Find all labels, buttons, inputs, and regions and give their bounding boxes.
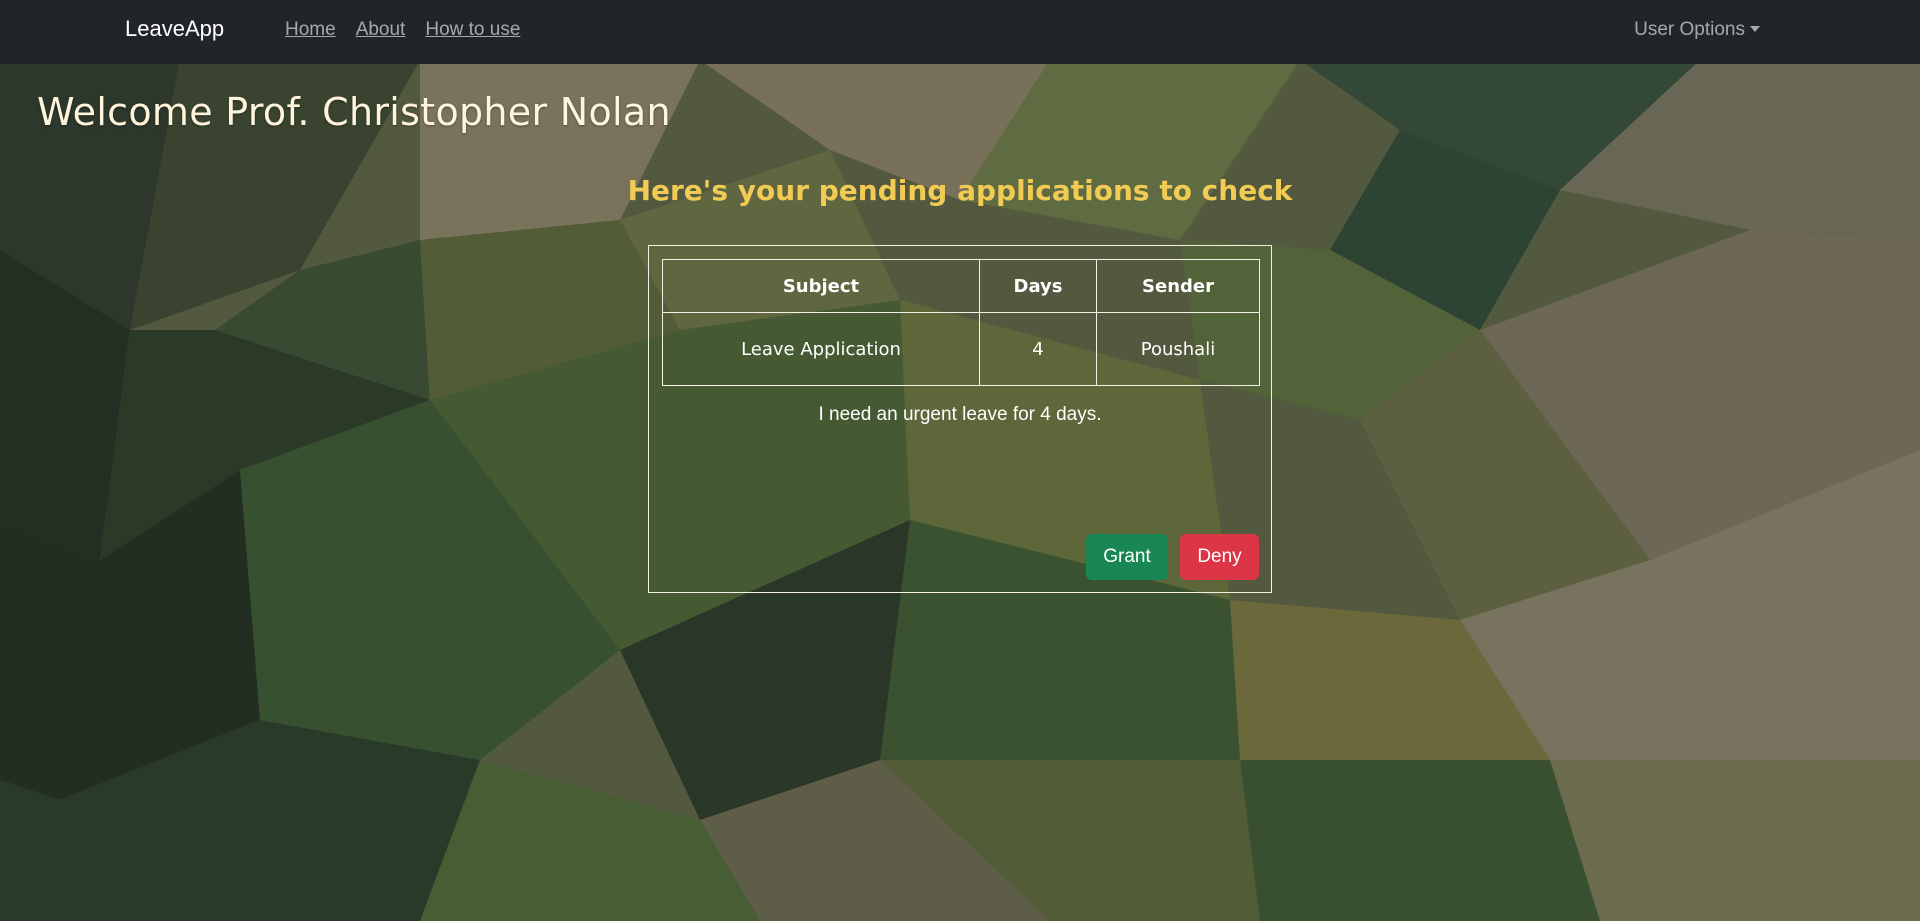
nav-link-about[interactable]: About xyxy=(356,19,406,41)
column-header-sender: Sender xyxy=(1096,259,1260,313)
nav-links: Home About How to use xyxy=(285,19,520,41)
table-row[interactable]: Leave Application 4 Poushali xyxy=(662,312,1260,386)
application-message: I need an urgent leave for 4 days. xyxy=(818,404,1102,425)
caret-down-icon xyxy=(1750,26,1760,32)
column-header-subject: Subject xyxy=(662,259,980,313)
cell-subject: Leave Application xyxy=(662,312,980,386)
table-header-row: Subject Days Sender xyxy=(662,259,1260,313)
grant-button[interactable]: Grant xyxy=(1086,534,1168,580)
cell-days: 4 xyxy=(979,312,1097,386)
user-options-label: User Options xyxy=(1634,19,1745,40)
deny-button[interactable]: Deny xyxy=(1180,534,1259,580)
top-navbar: LeaveApp Home About How to use User Opti… xyxy=(0,0,1920,64)
nav-link-how-to-use[interactable]: How to use xyxy=(425,19,520,41)
user-options-dropdown[interactable]: User Options xyxy=(1634,19,1760,41)
nav-link-home[interactable]: Home xyxy=(285,19,336,41)
welcome-heading: Welcome Prof. Christopher Nolan xyxy=(37,90,671,134)
column-header-days: Days xyxy=(979,259,1097,313)
applications-table: Subject Days Sender Leave Application 4 … xyxy=(662,259,1260,386)
application-card: Subject Days Sender Leave Application 4 … xyxy=(648,245,1272,593)
pending-applications-heading: Here's your pending applications to chec… xyxy=(627,174,1293,207)
brand-logo[interactable]: LeaveApp xyxy=(125,16,224,42)
cell-sender: Poushali xyxy=(1096,312,1260,386)
